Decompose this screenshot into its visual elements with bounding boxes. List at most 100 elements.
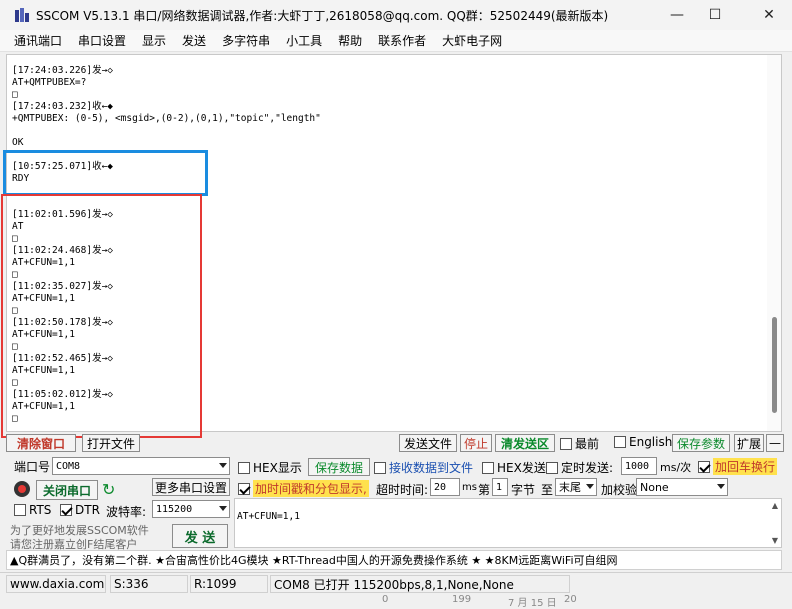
menu-send[interactable]: 发送 — [174, 32, 214, 49]
clear-window-button[interactable]: 清除窗口 — [6, 434, 76, 452]
timeout-label: 超时时间: — [376, 483, 429, 497]
save-params-button[interactable]: 保存参数 — [672, 434, 730, 452]
menu-bar: 通讯端口 串口设置 显示 发送 多字符串 小工具 帮助 联系作者 大虾电子网 — [0, 30, 792, 52]
byte-unit: 字节 — [511, 483, 536, 497]
hex-send-check[interactable] — [482, 461, 494, 474]
rts-check[interactable] — [14, 504, 26, 516]
log-line: OK — [12, 137, 24, 148]
byte-input[interactable]: 1 — [492, 478, 508, 496]
menu-display[interactable]: 显示 — [134, 32, 174, 49]
timed-send-checkbox[interactable]: 定时发送: — [546, 459, 613, 476]
menu-contact[interactable]: 联系作者 — [370, 32, 434, 49]
menu-multi-string[interactable]: 多字符串 — [214, 32, 278, 49]
timed-interval-input[interactable]: 1000 — [621, 457, 657, 475]
send-input-text: AT+CFUN=1,1 — [237, 511, 300, 522]
recv-to-file-check[interactable] — [374, 461, 386, 474]
record-icon — [14, 481, 30, 497]
hex-send-label: HEX发送 — [497, 461, 546, 475]
english-checkbox[interactable]: English — [614, 435, 672, 449]
last-check[interactable] — [560, 437, 572, 450]
port-label: 端口号 — [14, 460, 51, 474]
port-select[interactable]: COM8 — [52, 457, 230, 475]
rts-checkbox[interactable]: RTS — [14, 503, 51, 517]
chevron-down-icon — [717, 484, 725, 489]
end-value: 末尾 — [559, 481, 581, 494]
action-row: 清除窗口 打开文件 发送文件 停止 清发送区 最前 English 保存参数 扩… — [0, 434, 792, 454]
more-settings-button[interactable]: 更多串口设置 — [152, 478, 230, 496]
record-icon-wrap[interactable] — [14, 481, 30, 497]
checksum-select[interactable]: None — [636, 478, 728, 496]
status-port: COM8 已打开 115200bps,8,1,None,None — [270, 575, 570, 593]
dtr-check[interactable] — [60, 504, 72, 516]
send-button[interactable]: 发 送 — [172, 524, 228, 548]
status-site[interactable]: www.daxia.com — [6, 575, 106, 593]
english-check[interactable] — [614, 436, 626, 448]
scroll-thumb[interactable] — [772, 317, 777, 413]
hex-display-check[interactable] — [238, 461, 250, 474]
rts-label: RTS — [29, 503, 52, 517]
clear-send-button[interactable]: 清发送区 — [495, 434, 555, 452]
hex-display-label: HEX显示 — [253, 461, 302, 475]
send-file-button[interactable]: 发送文件 — [399, 434, 457, 452]
refresh-icon[interactable]: ↻ — [102, 480, 115, 499]
expand-button[interactable]: 扩展 — [734, 434, 764, 452]
menu-serial-settings[interactable]: 串口设置 — [70, 32, 134, 49]
recv-to-file-label: 接收数据到文件 — [389, 461, 474, 475]
highlight-box-red — [1, 194, 202, 438]
log-line: [17:24:03.226]发→◇ — [12, 65, 114, 76]
stop-button[interactable]: 停止 — [460, 434, 492, 452]
vertical-scrollbar[interactable] — [767, 55, 781, 431]
menu-help[interactable]: 帮助 — [330, 32, 370, 49]
save-data-button[interactable]: 保存数据 — [308, 458, 370, 476]
timed-unit: ms/次 — [660, 461, 692, 474]
timed-send-label: 定时发送: — [561, 461, 614, 475]
baud-value: 115200 — [156, 503, 193, 515]
timestamp-check[interactable] — [238, 482, 250, 495]
hex-send-checkbox[interactable]: HEX发送 — [482, 459, 546, 476]
log-line: AT+QMTPUBEX=? — [12, 77, 87, 88]
port-value: COM8 — [56, 460, 81, 472]
last-checkbox[interactable]: 最前 — [560, 435, 599, 452]
save-params-label: 保存参数 — [676, 436, 725, 451]
scroll-down-icon[interactable]: ▼ — [772, 536, 778, 545]
hex-display-checkbox[interactable]: HEX显示 — [238, 459, 302, 476]
to-label: 至 — [541, 483, 554, 497]
add-crlf-checkbox[interactable]: 加回车换行 — [698, 458, 778, 475]
open-file-button[interactable]: 打开文件 — [82, 434, 140, 452]
checksum-value: None — [640, 480, 669, 494]
menu-comm-port[interactable]: 通讯端口 — [0, 32, 70, 49]
timed-send-check[interactable] — [546, 461, 558, 474]
add-crlf-label: 加回车换行 — [713, 458, 778, 475]
menu-daxia-site[interactable]: 大虾电子网 — [434, 32, 510, 49]
timestamp-checkbox[interactable]: 加时间戳和分包显示, — [238, 480, 369, 497]
baud-label: 波特率: — [106, 505, 147, 519]
log-line: [17:24:03.232]收←◆ — [12, 101, 114, 112]
window-title: SSCOM V5.13.1 串口/网络数据调试器,作者:大虾丁丁,2618058… — [36, 8, 609, 23]
status-bar: www.daxia.com S:336 R:1099 COM8 已打开 1152… — [0, 572, 792, 594]
dtr-checkbox[interactable]: DTR — [60, 503, 100, 517]
english-label: English — [629, 435, 673, 449]
maximize-button[interactable]: ☐ — [692, 0, 738, 30]
chevron-down-icon — [219, 506, 227, 511]
close-port-button[interactable]: 关闭串口 — [36, 480, 98, 500]
dtr-label: DTR — [75, 503, 100, 517]
recv-to-file-checkbox[interactable]: 接收数据到文件 — [374, 459, 473, 476]
checksum-label: 加校验 — [601, 483, 638, 497]
status-received: R:1099 — [190, 575, 268, 593]
add-crlf-check[interactable] — [698, 460, 710, 473]
close-button[interactable]: ✕ — [746, 0, 792, 30]
log-line: □ — [12, 89, 18, 100]
send-input-area[interactable]: AT+CFUN=1,1 ▲ ▼ — [234, 498, 782, 548]
end-select[interactable]: 末尾 — [555, 478, 597, 496]
news-ticker[interactable]: ▲Q群满员了，没有第二个群. ★合宙高性价比4G模块 ★RT-Thread中国人… — [6, 550, 782, 570]
scroll-up-icon[interactable]: ▲ — [772, 501, 778, 510]
menu-tools[interactable]: 小工具 — [278, 32, 330, 49]
collapse-button[interactable]: — — [766, 434, 784, 452]
timeout-input[interactable]: 20 — [430, 478, 460, 496]
title-bar: SSCOM V5.13.1 串口/网络数据调试器,作者:大虾丁丁,2618058… — [0, 0, 792, 30]
baud-select[interactable]: 115200 — [152, 500, 230, 518]
app-icon — [14, 7, 30, 23]
timeout-unit: ms — [462, 482, 477, 493]
chevron-down-icon — [586, 484, 594, 489]
